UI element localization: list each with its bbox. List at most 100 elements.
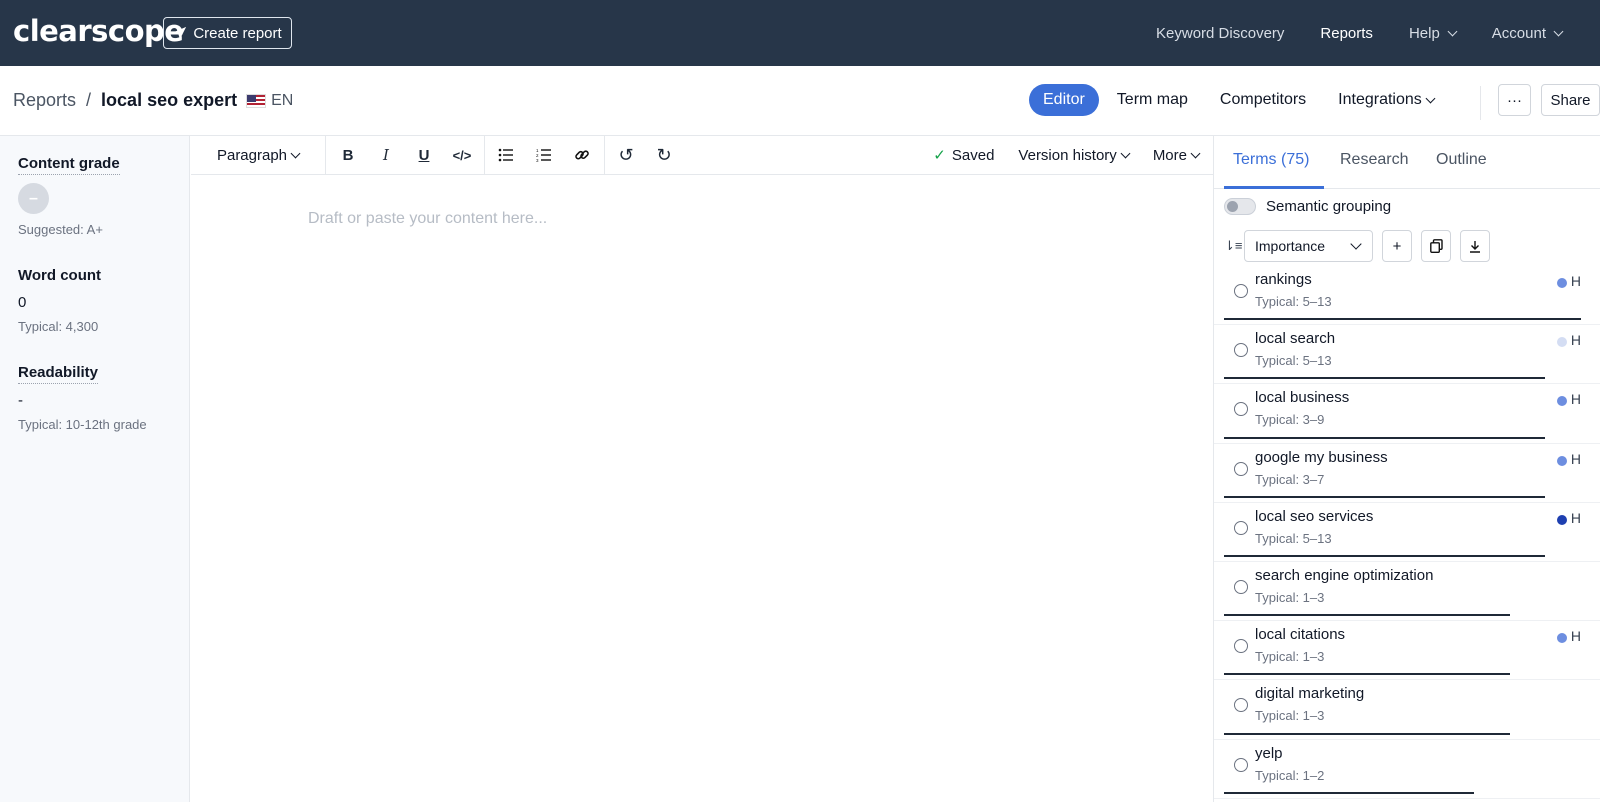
term-checkbox[interactable] [1234,520,1248,535]
term-checkbox[interactable] [1234,402,1248,417]
redo-icon[interactable]: ↻ [645,136,683,175]
heading-usage-dot [1557,278,1567,288]
semantic-grouping-toggle[interactable] [1224,198,1256,215]
nav-account[interactable]: Account [1474,25,1580,42]
content-editor[interactable]: Draft or paste your content here... [191,175,1213,802]
download-terms-button[interactable] [1460,230,1490,262]
term-name: local citations [1255,626,1346,644]
editor-placeholder: Draft or paste your content here... [308,210,548,227]
term-row[interactable]: yelp Typical: 1–2 [1214,740,1600,799]
nav-keyword-discovery-label: Keyword Discovery [1156,24,1285,42]
more-dropdown[interactable]: More [1152,146,1201,164]
breadcrumb-reports[interactable]: Reports [13,90,76,111]
nav-keyword-discovery[interactable]: Keyword Discovery [1138,25,1302,42]
saved-label: Saved [951,146,995,164]
chevron-down-icon [1425,93,1436,103]
more-label: More [1152,146,1187,164]
word-count-value: 0 [18,294,27,311]
heading-indicator: H [1570,391,1581,408]
readability-label[interactable]: Readability [18,364,99,384]
underline-icon[interactable]: U [405,136,443,175]
editor-toolbar: Paragraph B I U </> 123 ↺ ↻ ✓ Saved Versi… [191,135,1213,175]
tab-outline[interactable]: Outline [1436,151,1487,169]
term-importance-bar [1224,495,1546,498]
term-checkbox[interactable] [1234,461,1248,476]
nav-reports-label: Reports [1320,24,1373,42]
create-report-label: Create report [193,24,282,42]
share-button[interactable]: Share [1541,84,1600,116]
nav-account-label: Account [1491,24,1546,42]
heading-usage-dot [1557,455,1567,466]
term-name: local search [1255,330,1336,348]
sort-select[interactable]: Importance [1244,230,1373,262]
tab-editor[interactable]: Editor [1029,84,1099,116]
tab-terms[interactable]: Terms (75) [1233,151,1309,169]
term-name: digital marketing [1255,685,1365,703]
term-name: yelp [1255,744,1283,762]
italic-icon[interactable]: I [367,136,405,175]
terms-controls: ⇂≡ Importance + [1224,230,1490,262]
content-grade-value: – [29,189,38,207]
term-importance-bar [1224,554,1546,557]
term-checkbox[interactable] [1234,579,1248,594]
sort-icon[interactable]: ⇂≡ [1224,238,1244,254]
term-checkbox[interactable] [1234,284,1248,298]
readability-typical: Typical: 10-12th grade [18,417,147,432]
version-history-dropdown[interactable]: Version history [1018,147,1131,164]
tab-research[interactable]: Research [1340,151,1408,169]
term-checkbox[interactable] [1234,639,1248,654]
term-row[interactable]: search engine optimization Typical: 1–3 [1214,562,1600,622]
copy-terms-button[interactable] [1421,230,1451,262]
content-grade-badge: – [18,183,49,214]
tab-integrations-label: Integrations [1338,91,1422,108]
term-checkbox[interactable] [1234,343,1248,358]
content-grade-label[interactable]: Content grade [18,155,120,175]
link-icon[interactable] [563,136,601,175]
paper-plane-icon [174,26,187,40]
nav-reports[interactable]: Reports [1302,25,1391,42]
nav-help-label: Help [1408,24,1440,42]
tab-integrations[interactable]: Integrations [1324,84,1448,116]
heading-usage-dot [1557,396,1567,407]
term-checkbox[interactable] [1234,757,1248,772]
undo-icon[interactable]: ↺ [607,136,645,175]
code-icon[interactable]: </> [443,136,481,175]
semantic-grouping-row: Semantic grouping [1224,198,1391,215]
chevron-down-icon [1350,238,1362,250]
term-row[interactable]: rankings Typical: 5–13 H [1214,266,1600,326]
term-row[interactable]: local business Typical: 3–9 H [1214,384,1600,444]
bold-icon[interactable]: B [329,136,367,175]
download-icon [1470,240,1480,253]
checkmark-icon: ✓ [933,147,946,164]
numbered-list-icon[interactable]: 123 [525,136,563,175]
paragraph-select[interactable]: Paragraph [191,147,325,164]
tab-term-map[interactable]: Term map [1103,84,1202,116]
breadcrumb: Reports / local seo expert EN [13,90,293,111]
heading-usage-dot [1557,633,1567,644]
term-row[interactable]: local search Typical: 5–13 H [1214,325,1600,385]
term-checkbox[interactable] [1234,698,1248,713]
heading-indicator: H [1570,332,1581,349]
nav-help[interactable]: Help [1391,25,1474,42]
word-count-label: Word count [18,267,102,284]
term-row[interactable]: google my business Typical: 3–7 H [1214,444,1600,503]
add-term-button[interactable]: + [1382,230,1412,262]
term-name: google my business [1255,448,1388,466]
more-options-button[interactable]: ··· [1498,84,1531,116]
share-label: Share [1550,91,1591,109]
clearscope-logo[interactable]: clearscope [13,14,184,48]
term-row[interactable]: local seo services Typical: 5–13 H [1214,503,1600,562]
term-row[interactable]: digital marketing Typical: 1–3 [1214,680,1600,740]
term-row[interactable]: local citations Typical: 1–3 H [1214,621,1600,681]
create-report-button[interactable]: Create report [163,17,292,49]
tab-editor-label: Editor [1043,91,1085,108]
ellipsis-icon: ··· [1507,91,1522,109]
term-importance-bar [1224,436,1546,439]
term-typical-range: Typical: 1–2 [1255,767,1325,783]
bullet-list-icon[interactable] [487,136,525,175]
terms-list: rankings Typical: 5–13 Hlocal search Typica… [1214,266,1600,799]
suggested-grade: Suggested: A+ [18,222,103,237]
term-importance-bar [1224,318,1581,321]
tab-competitors[interactable]: Competitors [1206,84,1320,116]
header-divider [1480,86,1481,120]
